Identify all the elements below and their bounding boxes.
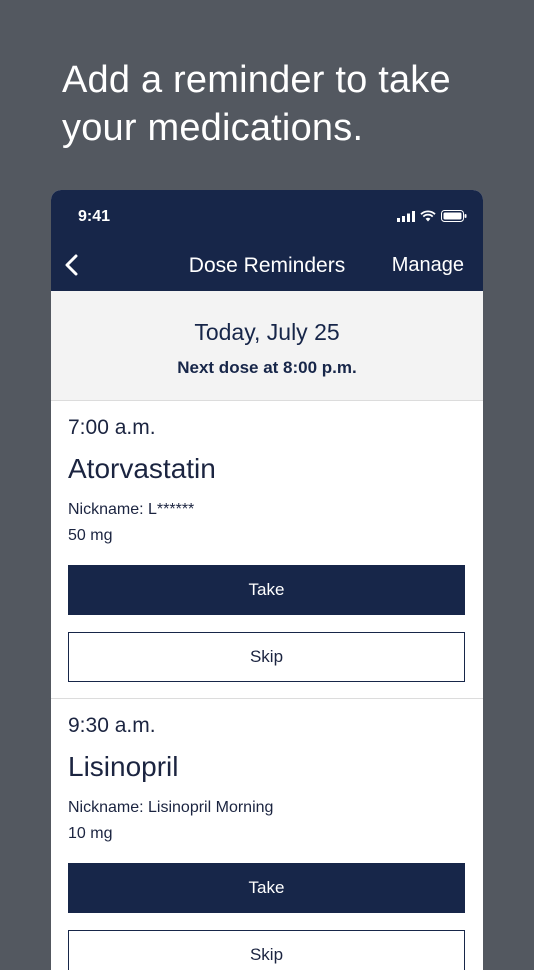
- phone-screen: 9:41 Dose Reminders Manage Today, July 2…: [51, 190, 483, 970]
- nav-bar: Dose Reminders Manage: [51, 240, 483, 291]
- medication-nickname: Nickname: Lisinopril Morning: [68, 799, 274, 816]
- wifi-icon: [420, 210, 436, 222]
- take-button[interactable]: Take: [68, 863, 465, 913]
- medication-name: Atorvastatin: [68, 453, 216, 484]
- status-bar: 9:41: [51, 190, 483, 240]
- take-button[interactable]: Take: [68, 565, 465, 615]
- current-date: Today, July 25: [194, 319, 340, 345]
- skip-button[interactable]: Skip: [68, 632, 465, 682]
- dose-time: 9:30 a.m.: [68, 714, 156, 737]
- medication-strength: 50 mg: [68, 527, 113, 544]
- signal-icon: [397, 210, 415, 222]
- skip-button[interactable]: Skip: [68, 930, 465, 970]
- medication-strength: 10 mg: [68, 825, 113, 842]
- status-time: 9:41: [78, 208, 111, 225]
- dose-time: 7:00 a.m.: [68, 416, 156, 439]
- manage-button[interactable]: Manage: [392, 254, 464, 277]
- dose-card: 9:30 a.m. Lisinopril Nickname: Lisinopri…: [51, 699, 483, 970]
- status-icons: [397, 210, 467, 222]
- next-dose-text: Next dose at 8:00 p.m.: [177, 358, 357, 377]
- battery-icon: [441, 210, 467, 222]
- medication-name: Lisinopril: [68, 751, 179, 782]
- date-summary: Today, July 25 Next dose at 8:00 p.m.: [51, 291, 483, 401]
- medication-nickname: Nickname: L******: [68, 501, 195, 518]
- dose-card: 7:00 a.m. Atorvastatin Nickname: L******…: [51, 401, 483, 699]
- marketing-headline: Add a reminder to take your medications.: [62, 59, 451, 149]
